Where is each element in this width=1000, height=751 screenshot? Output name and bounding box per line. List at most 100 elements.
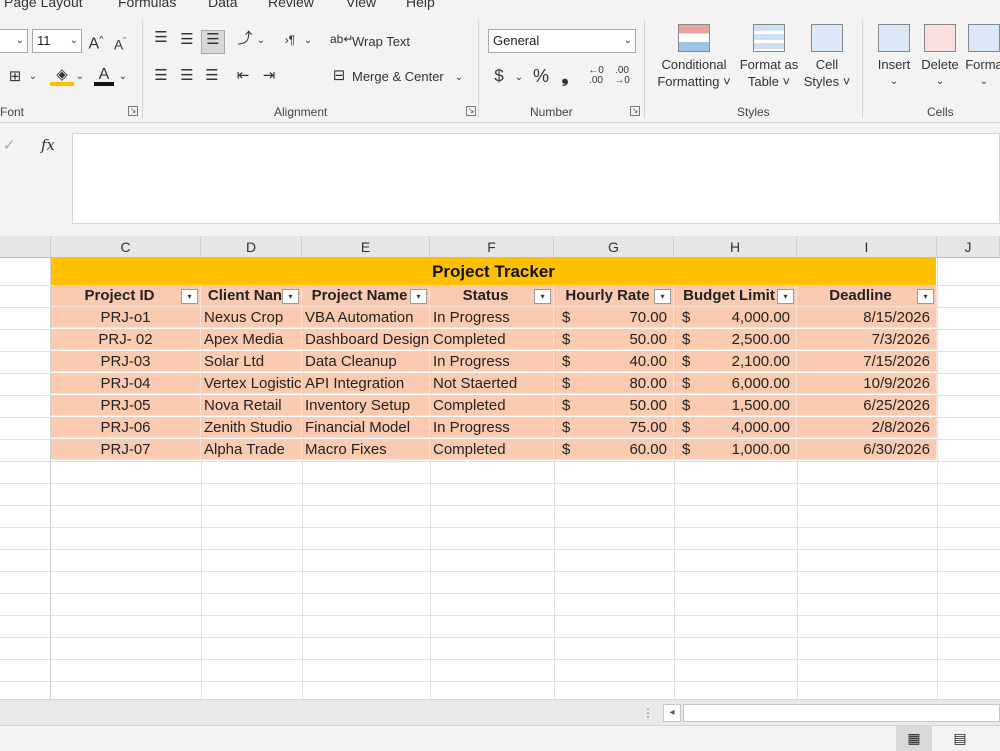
fill-color-icon[interactable]: ◈	[50, 66, 74, 86]
font-dialog-launcher-icon[interactable]: ↘	[128, 106, 138, 116]
cell-hourly-rate[interactable]: $70.00	[554, 307, 674, 328]
font-name-dropdown[interactable]: ⌄	[0, 29, 28, 53]
chevron-down-icon[interactable]: ⌄	[75, 68, 85, 86]
cell-budget-limit[interactable]: $4,000.00	[674, 417, 797, 438]
cell-status[interactable]: Not Staerted	[430, 373, 554, 394]
chevron-down-icon[interactable]: ⌄	[454, 69, 464, 87]
header-budget-limit[interactable]: Budget Limit ▾	[674, 285, 797, 307]
page-layout-view-icon[interactable]: ▤	[944, 726, 976, 751]
cell-deadline[interactable]: 2/8/2026	[797, 417, 937, 438]
decrease-indent-icon[interactable]: ⇤	[232, 67, 254, 85]
header-client-name[interactable]: Client Nan ▾	[201, 285, 302, 307]
merge-center-button[interactable]: Merge & Center	[352, 69, 444, 84]
align-bottom-icon[interactable]: ☰	[201, 30, 225, 54]
tab-review[interactable]: Review	[268, 0, 314, 10]
horizontal-scrollbar[interactable]	[683, 704, 1000, 722]
cell-budget-limit[interactable]: $2,100.00	[674, 351, 797, 372]
decrease-decimal-icon[interactable]: .00 →0	[612, 66, 632, 86]
cell-client-name[interactable]: Alpha Trade	[201, 439, 302, 460]
align-left-icon[interactable]: ☰	[150, 67, 172, 85]
cell-hourly-rate[interactable]: $50.00	[554, 395, 674, 416]
column-header-c[interactable]: C	[51, 236, 201, 258]
header-status[interactable]: Status ▾	[430, 285, 554, 307]
cell-client-name[interactable]: Vertex Logistic	[201, 373, 302, 394]
cell-client-name[interactable]: Nova Retail	[201, 395, 302, 416]
normal-view-icon[interactable]: ▦	[896, 726, 932, 751]
cell-project-name[interactable]: Data Cleanup	[302, 351, 430, 372]
column-header-j[interactable]: J	[937, 236, 1000, 258]
tab-data[interactable]: Data	[208, 0, 238, 10]
cell-hourly-rate[interactable]: $40.00	[554, 351, 674, 372]
tab-split-handle-icon[interactable]: ⋮	[642, 704, 654, 722]
cell-project-name[interactable]: Financial Model	[302, 417, 430, 438]
cell-project-id[interactable]: PRJ-o1	[51, 307, 201, 328]
chevron-down-icon[interactable]: ⌄	[118, 68, 128, 86]
cell-project-id[interactable]: PRJ- 02	[51, 329, 201, 350]
grow-font-icon[interactable]: A^	[86, 30, 106, 53]
cell-project-id[interactable]: PRJ-06	[51, 417, 201, 438]
chevron-down-icon[interactable]: ⌄	[514, 69, 524, 87]
cell-client-name[interactable]: Zenith Studio	[201, 417, 302, 438]
column-header-f[interactable]: F	[430, 236, 554, 258]
column-header-i[interactable]: I	[797, 236, 937, 258]
cell-client-name[interactable]: Solar Ltd	[201, 351, 302, 372]
filter-dropdown-icon[interactable]: ▾	[410, 289, 427, 304]
cell-hourly-rate[interactable]: $75.00	[554, 417, 674, 438]
insert-cells-button[interactable]: Insert ⌄	[872, 24, 916, 90]
cell-status[interactable]: In Progress	[430, 351, 554, 372]
cell-client-name[interactable]: Nexus Crop	[201, 307, 302, 328]
filter-dropdown-icon[interactable]: ▾	[917, 289, 934, 304]
cell-budget-limit[interactable]: $4,000.00	[674, 307, 797, 328]
worksheet-grid[interactable]: C D E F G H I J Project Tracker Project …	[0, 236, 1000, 699]
cell-deadline[interactable]: 10/9/2026	[797, 373, 937, 394]
cell-budget-limit[interactable]: $6,000.00	[674, 373, 797, 394]
enter-check-icon[interactable]: ✓	[0, 137, 18, 155]
cell-status[interactable]: Completed	[430, 439, 554, 460]
cell-deadline[interactable]: 7/3/2026	[797, 329, 937, 350]
number-dialog-launcher-icon[interactable]: ↘	[630, 106, 640, 116]
cell-hourly-rate[interactable]: $60.00	[554, 439, 674, 460]
cell-status[interactable]: Completed	[430, 329, 554, 350]
cell-styles-button[interactable]: Cell Styles ˅	[802, 24, 852, 90]
increase-decimal-icon[interactable]: ←0.00	[586, 66, 606, 86]
comma-style-icon[interactable]: ❟	[556, 67, 574, 85]
text-direction-icon[interactable]: ›¶	[280, 31, 300, 49]
formula-input[interactable]	[72, 133, 1000, 224]
filter-dropdown-icon[interactable]: ▾	[282, 289, 299, 304]
chevron-down-icon[interactable]: ⌄	[303, 32, 313, 50]
cell-budget-limit[interactable]: $1,500.00	[674, 395, 797, 416]
header-hourly-rate[interactable]: Hourly Rate ▾	[554, 285, 674, 307]
cell-project-id[interactable]: PRJ-03	[51, 351, 201, 372]
tab-page-layout[interactable]: Page Layout	[4, 0, 83, 10]
align-top-icon[interactable]: ☰	[150, 29, 172, 47]
filter-dropdown-icon[interactable]: ▾	[654, 289, 671, 304]
header-project-name[interactable]: Project Name ▾	[302, 285, 430, 307]
cell-project-id[interactable]: PRJ-07	[51, 439, 201, 460]
column-header-d[interactable]: D	[201, 236, 302, 258]
merge-center-icon[interactable]: ⊟	[330, 67, 348, 85]
format-as-table-button[interactable]: Format as Table ˅	[738, 24, 800, 90]
wrap-text-icon[interactable]: ab↵	[330, 30, 353, 48]
header-project-id[interactable]: Project ID ▾	[51, 285, 201, 307]
row-headers[interactable]	[0, 258, 51, 699]
column-header-g[interactable]: G	[554, 236, 674, 258]
select-all-corner[interactable]	[0, 236, 51, 258]
font-color-icon[interactable]: A	[94, 66, 114, 86]
currency-icon[interactable]: $	[490, 67, 508, 85]
format-cells-button[interactable]: Forma ⌄	[964, 24, 1000, 90]
filter-dropdown-icon[interactable]: ▾	[181, 289, 198, 304]
cell-client-name[interactable]: Apex Media	[201, 329, 302, 350]
chevron-down-icon[interactable]: ⌄	[28, 68, 38, 86]
align-center-icon[interactable]: ☰	[176, 67, 198, 85]
cell-project-name[interactable]: Macro Fixes	[302, 439, 430, 460]
cell-deadline[interactable]: 6/30/2026	[797, 439, 937, 460]
insert-function-icon[interactable]: fx	[36, 136, 60, 154]
cell-project-id[interactable]: PRJ-04	[51, 373, 201, 394]
cell-budget-limit[interactable]: $1,000.00	[674, 439, 797, 460]
scroll-left-button[interactable]: ◂	[663, 704, 681, 722]
column-header-e[interactable]: E	[302, 236, 430, 258]
cell-project-id[interactable]: PRJ-05	[51, 395, 201, 416]
alignment-dialog-launcher-icon[interactable]: ↘	[466, 106, 476, 116]
cell-status[interactable]: In Progress	[430, 307, 554, 328]
cell-hourly-rate[interactable]: $50.00	[554, 329, 674, 350]
